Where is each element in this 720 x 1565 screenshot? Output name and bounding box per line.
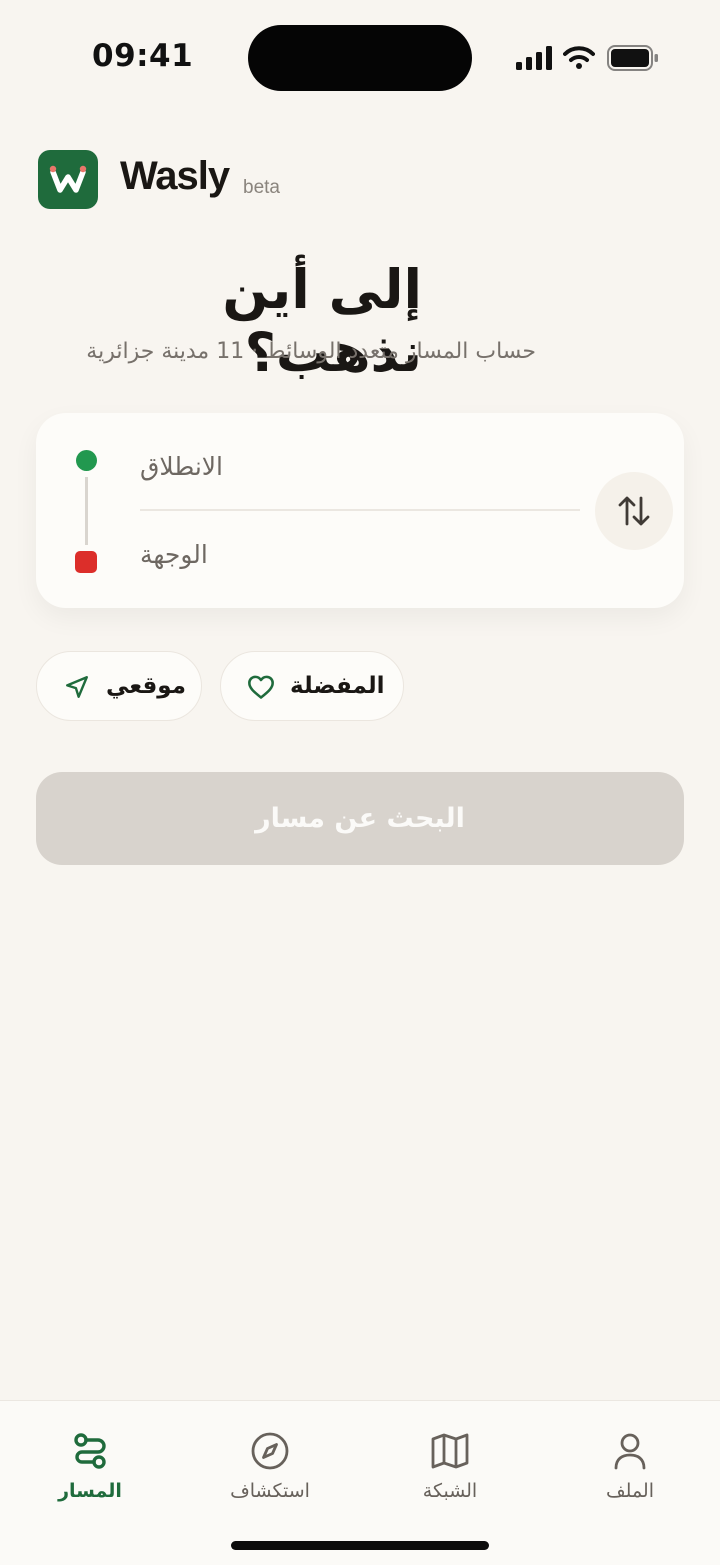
field-divider [140,509,580,511]
origin-marker [76,450,97,471]
nav-label-explore: استكشاف [230,1480,310,1502]
favorites-label: المفضلة [290,673,385,699]
my-location-label: موقعي [106,673,186,699]
status-time: 09:41 [92,38,194,74]
battery-icon [607,45,658,71]
nav-item-route[interactable]: المسار [25,1400,155,1520]
nav-item-explore[interactable]: استكشاف [205,1400,335,1520]
nav-label-profile: الملف [605,1480,654,1502]
nav-item-profile[interactable]: الملف [565,1400,695,1520]
route-icon [74,1433,106,1469]
heart-icon [248,675,274,699]
destination-input[interactable]: الوجهة [140,533,580,577]
route-connector [85,477,88,545]
swap-button[interactable] [595,472,673,550]
swap-vertical-icon [618,496,650,526]
destination-marker [75,551,97,573]
origin-input[interactable]: الانطلاق [140,445,580,489]
nav-label-route: المسار [58,1480,122,1502]
beta-badge: beta [243,177,280,198]
wifi-icon [563,46,595,69]
signal-icon [516,46,552,70]
nav-item-network[interactable]: الشبكة [385,1400,515,1520]
search-route-label: البحث عن مسار [255,803,465,834]
home-indicator [231,1541,489,1550]
page-subtitle: حساب المسار متعدد الوسائط · 11 مدينة جزا… [86,339,536,364]
nav-label-network: الشبكة [422,1480,478,1502]
dynamic-island [248,25,472,91]
page-title: إلى أين نذهب؟ [222,258,422,384]
compass-icon [251,1432,289,1470]
app-name: Wasly [120,154,230,198]
navigation-arrow-icon [66,676,88,698]
map-icon [431,1433,469,1469]
user-icon [614,1433,646,1470]
app-logo [38,150,98,209]
